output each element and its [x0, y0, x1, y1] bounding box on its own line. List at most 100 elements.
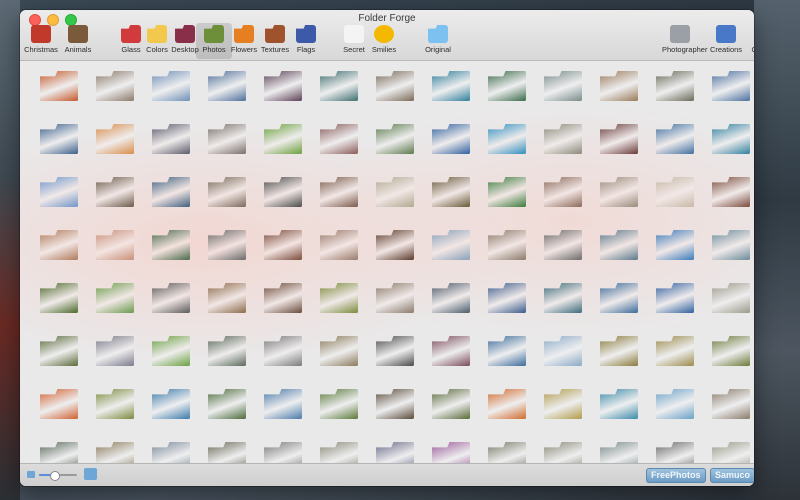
folder-thumbnail[interactable]: [264, 124, 302, 154]
folder-thumbnail[interactable]: [712, 336, 750, 366]
folder-thumbnail[interactable]: [432, 283, 470, 313]
folder-thumbnail[interactable]: [544, 124, 582, 154]
folder-thumbnail[interactable]: [152, 71, 190, 101]
folder-thumbnail[interactable]: [208, 283, 246, 313]
folder-thumbnail[interactable]: [40, 230, 78, 260]
folder-thumbnail[interactable]: [264, 389, 302, 419]
folder-thumbnail[interactable]: [264, 177, 302, 207]
folder-thumbnail[interactable]: [432, 442, 470, 464]
folder-thumbnail[interactable]: [40, 442, 78, 464]
folder-thumbnail[interactable]: [96, 124, 134, 154]
folder-thumbnail[interactable]: [656, 177, 694, 207]
folder-thumbnail[interactable]: [264, 230, 302, 260]
folder-thumbnail[interactable]: [432, 177, 470, 207]
folder-thumbnail[interactable]: [264, 336, 302, 366]
folder-thumbnail[interactable]: [320, 442, 358, 464]
folder-thumbnail[interactable]: [376, 124, 414, 154]
folder-thumbnail[interactable]: [712, 177, 750, 207]
folder-thumbnail[interactable]: [712, 389, 750, 419]
folder-thumbnail[interactable]: [488, 177, 526, 207]
folder-thumbnail[interactable]: [488, 283, 526, 313]
folder-thumbnail[interactable]: [600, 124, 638, 154]
freephotos-badge[interactable]: FreePhotos: [646, 468, 706, 483]
folder-thumbnail[interactable]: [600, 442, 638, 464]
folder-thumbnail[interactable]: [376, 230, 414, 260]
folder-thumbnail[interactable]: [40, 177, 78, 207]
folder-thumbnail[interactable]: [656, 71, 694, 101]
folder-thumbnail[interactable]: [544, 177, 582, 207]
folder-thumbnail[interactable]: [656, 124, 694, 154]
folder-thumbnail[interactable]: [96, 336, 134, 366]
folder-thumbnail[interactable]: [152, 283, 190, 313]
folder-thumbnail[interactable]: [712, 230, 750, 260]
toolbar-item-animals[interactable]: Animals: [60, 25, 96, 54]
folder-thumbnail[interactable]: [376, 442, 414, 464]
folder-thumbnail[interactable]: [96, 71, 134, 101]
folder-thumbnail[interactable]: [264, 71, 302, 101]
folder-thumbnail[interactable]: [656, 230, 694, 260]
folder-thumbnail[interactable]: [96, 283, 134, 313]
folder-thumbnail[interactable]: [320, 336, 358, 366]
folder-thumbnail[interactable]: [656, 283, 694, 313]
folder-thumbnail[interactable]: [712, 124, 750, 154]
folder-thumbnail[interactable]: [488, 336, 526, 366]
folder-thumbnail[interactable]: [96, 442, 134, 464]
folder-thumbnail[interactable]: [656, 336, 694, 366]
folder-thumbnail[interactable]: [376, 336, 414, 366]
folder-thumbnail[interactable]: [488, 230, 526, 260]
folder-thumbnail[interactable]: [600, 177, 638, 207]
folder-thumbnail[interactable]: [264, 283, 302, 313]
folder-thumbnail[interactable]: [376, 177, 414, 207]
folder-thumbnail[interactable]: [488, 124, 526, 154]
zoom-slider[interactable]: [39, 471, 77, 481]
folder-thumbnail[interactable]: [320, 71, 358, 101]
folder-thumbnail[interactable]: [712, 442, 750, 464]
folder-thumbnail[interactable]: [320, 389, 358, 419]
folder-thumbnail[interactable]: [96, 230, 134, 260]
folder-thumbnail[interactable]: [320, 124, 358, 154]
folder-thumbnail[interactable]: [40, 124, 78, 154]
folder-thumbnail[interactable]: [152, 177, 190, 207]
folder-thumbnail[interactable]: [208, 389, 246, 419]
folder-thumbnail[interactable]: [600, 336, 638, 366]
folder-thumbnail[interactable]: [600, 283, 638, 313]
folder-thumbnail[interactable]: [320, 283, 358, 313]
folder-thumbnail[interactable]: [152, 389, 190, 419]
folder-thumbnail[interactable]: [544, 283, 582, 313]
folder-thumbnail[interactable]: [320, 230, 358, 260]
folder-thumbnail[interactable]: [208, 442, 246, 464]
folder-thumbnail[interactable]: [488, 442, 526, 464]
folder-thumbnail[interactable]: [544, 442, 582, 464]
folder-thumbnail[interactable]: [152, 336, 190, 366]
folder-thumbnail[interactable]: [40, 389, 78, 419]
folder-thumbnail[interactable]: [544, 230, 582, 260]
toolbar-item-photographer[interactable]: Photographer: [662, 25, 707, 54]
toolbar-item-christmas[interactable]: Christmas: [23, 25, 59, 54]
folder-thumbnail[interactable]: [712, 283, 750, 313]
folder-thumbnail[interactable]: [376, 389, 414, 419]
folder-thumbnail[interactable]: [600, 71, 638, 101]
folder-thumbnail[interactable]: [432, 71, 470, 101]
folder-thumbnail[interactable]: [656, 442, 694, 464]
folder-thumbnail[interactable]: [432, 230, 470, 260]
folder-thumbnail[interactable]: [544, 71, 582, 101]
folder-thumbnail[interactable]: [432, 124, 470, 154]
toolbar-item-creator[interactable]: Creator: [746, 25, 754, 54]
folder-thumbnail[interactable]: [488, 389, 526, 419]
folder-thumbnail[interactable]: [152, 124, 190, 154]
toolbar-item-creations[interactable]: Creations: [708, 25, 744, 54]
folder-thumbnail[interactable]: [152, 442, 190, 464]
folder-thumbnail[interactable]: [40, 71, 78, 101]
folder-thumbnail[interactable]: [208, 230, 246, 260]
toolbar-item-smilies[interactable]: Smilies: [366, 25, 402, 54]
folder-thumbnail[interactable]: [432, 336, 470, 366]
folder-thumbnail[interactable]: [376, 283, 414, 313]
samuco-badge[interactable]: Samuco: [710, 468, 754, 483]
folder-thumbnail[interactable]: [600, 230, 638, 260]
folder-thumbnail[interactable]: [96, 177, 134, 207]
folder-thumbnail[interactable]: [600, 389, 638, 419]
folder-thumbnail[interactable]: [544, 389, 582, 419]
folder-thumbnail[interactable]: [320, 177, 358, 207]
folder-thumbnail[interactable]: [656, 389, 694, 419]
folder-thumbnail[interactable]: [208, 124, 246, 154]
